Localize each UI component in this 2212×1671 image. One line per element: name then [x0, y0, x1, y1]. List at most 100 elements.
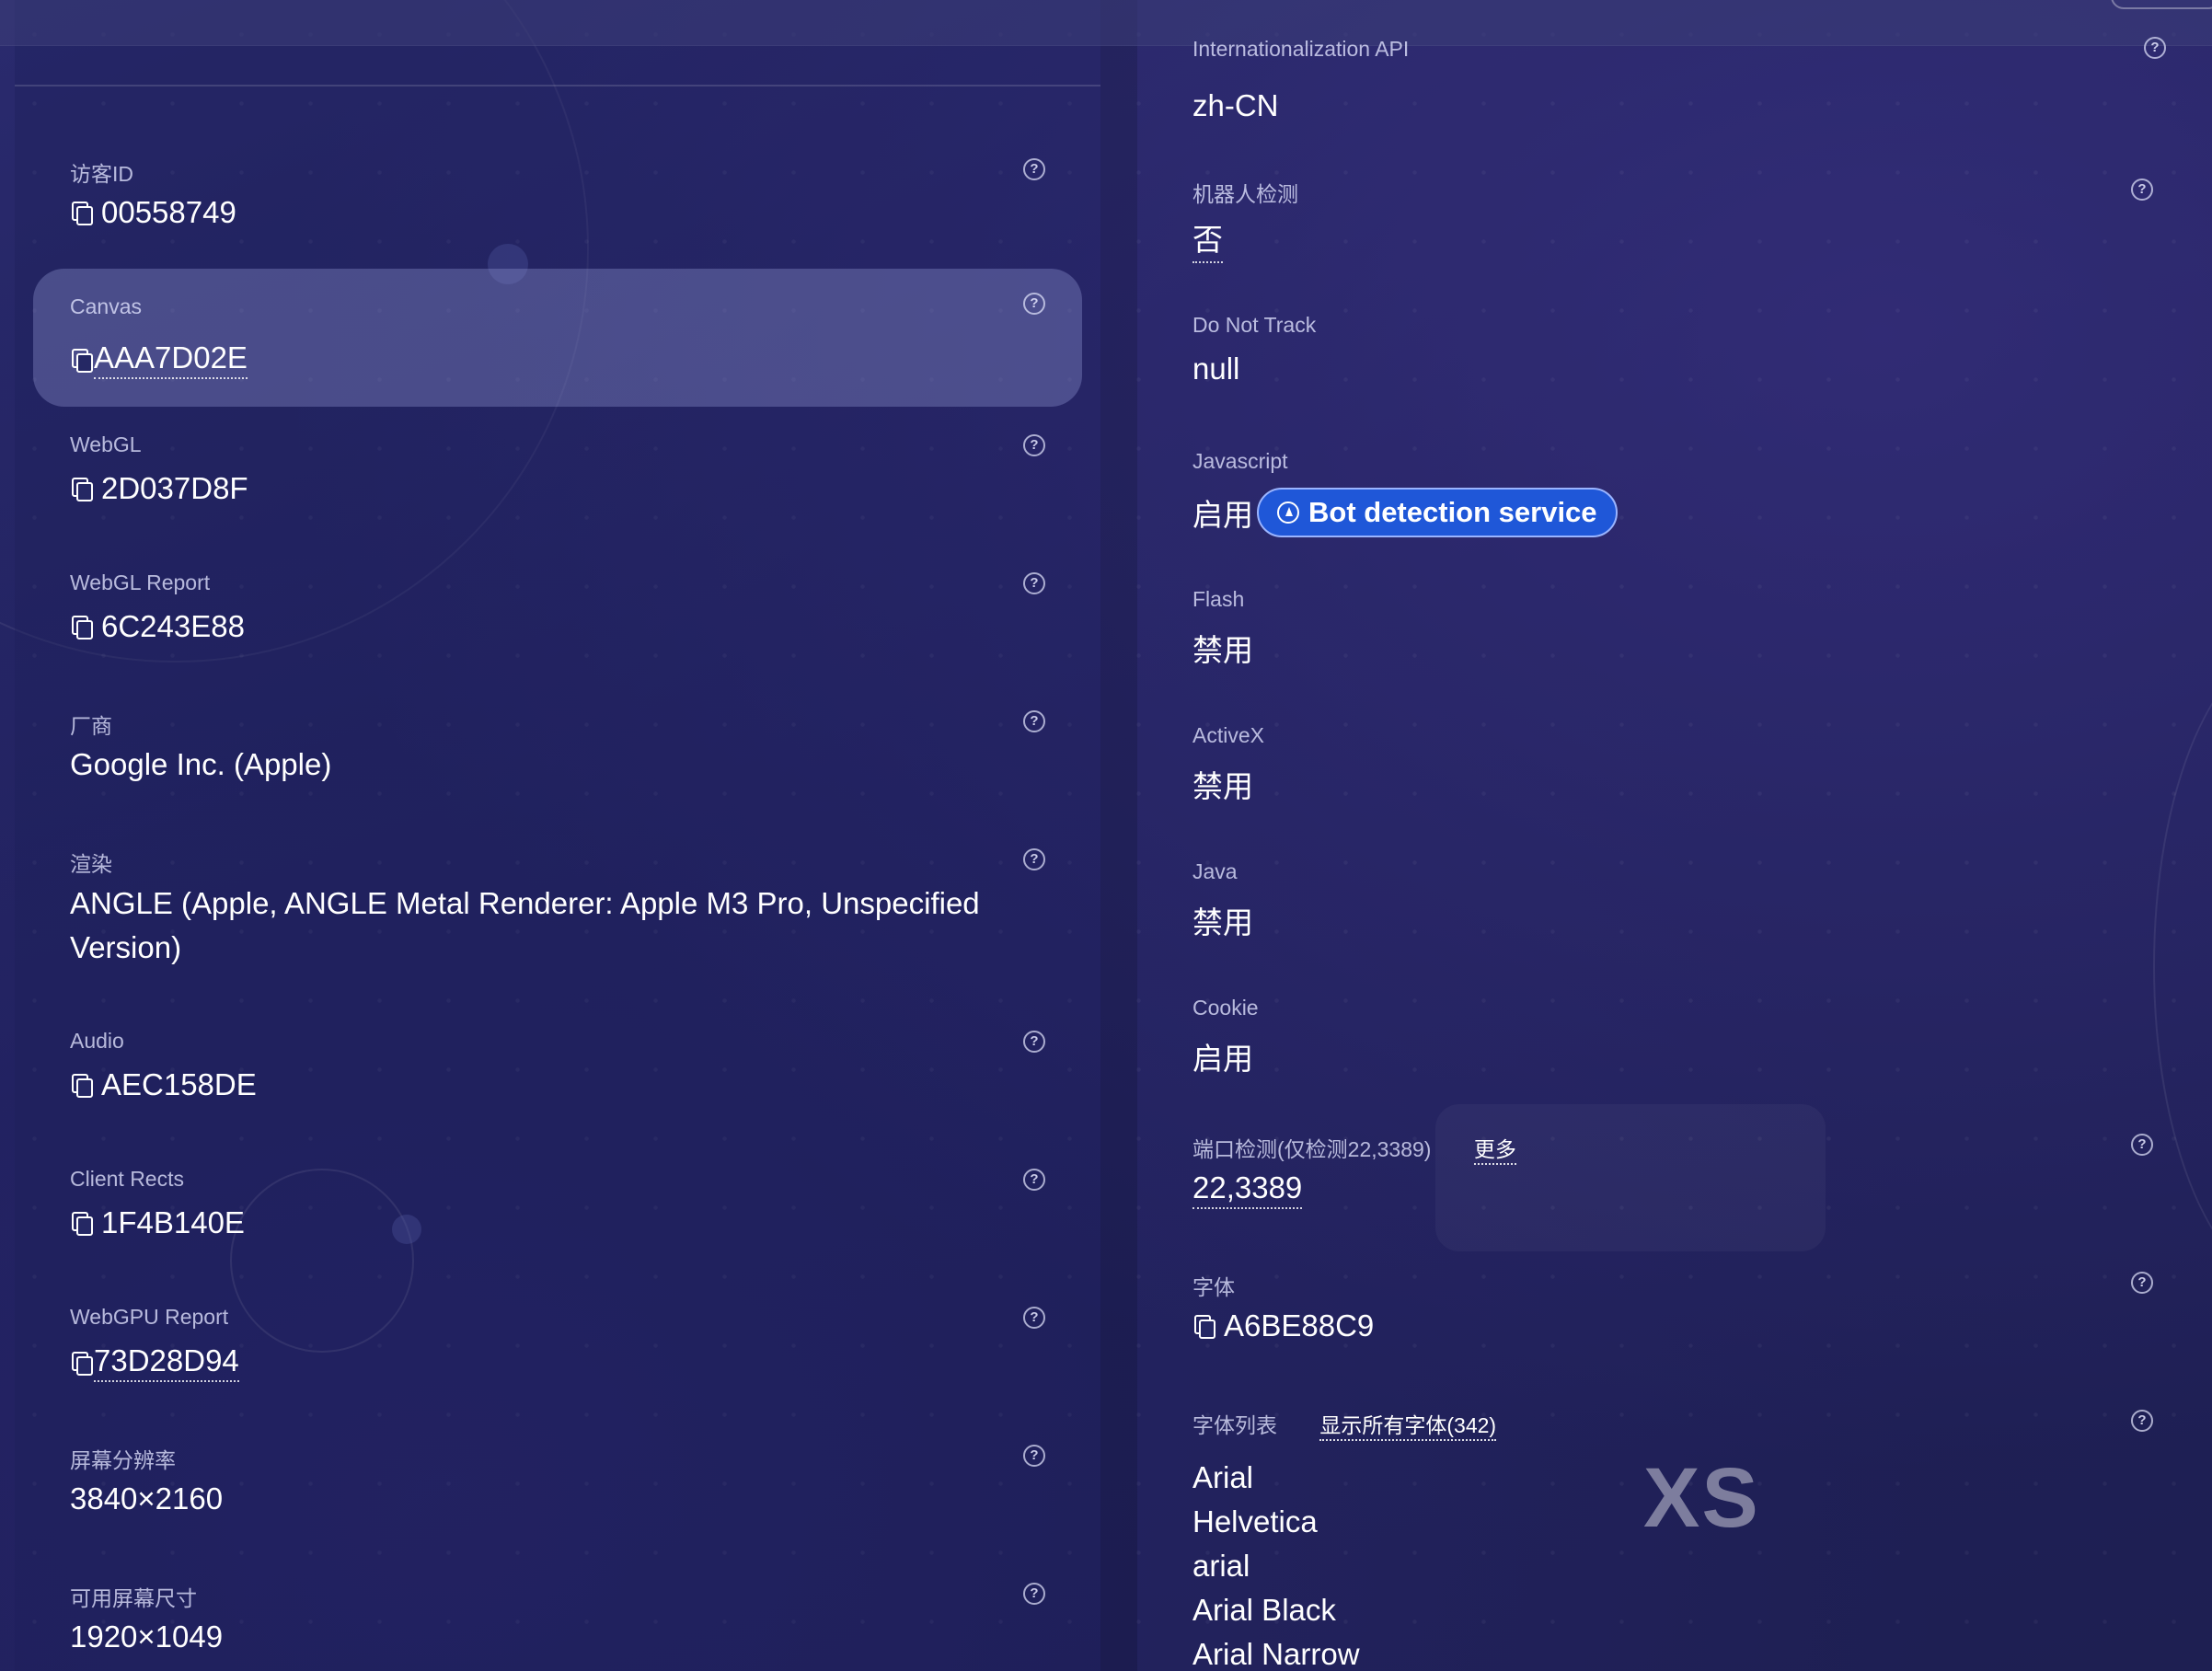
- help-icon[interactable]: ?: [1023, 434, 1045, 456]
- item-label: WebGL: [70, 432, 142, 456]
- help-icon[interactable]: ?: [1023, 572, 1045, 594]
- info-item-vendor: 厂商 Google Inc. (Apple) ?: [33, 690, 1082, 828]
- item-label: ActiveX: [1192, 723, 1264, 747]
- more-link[interactable]: 更多: [1473, 1137, 1516, 1165]
- bot-detection-service-button[interactable]: Bot detection service: [1257, 488, 1618, 537]
- item-value[interactable]: 2D037D8F: [70, 471, 248, 506]
- item-value: 22,3389: [1192, 1170, 1303, 1209]
- client-rects-value: 1F4B140E: [101, 1205, 245, 1239]
- item-value[interactable]: AEC158DE: [70, 1067, 257, 1102]
- help-icon[interactable]: ?: [1023, 1169, 1045, 1191]
- font-list-item: Arial Narrow: [1192, 1637, 1360, 1671]
- arrow-up-circle-icon: [1277, 501, 1299, 524]
- item-value[interactable]: 73D28D94: [70, 1343, 239, 1382]
- item-value[interactable]: 6C243E88: [70, 609, 245, 644]
- copy-icon[interactable]: [70, 1211, 93, 1236]
- top-corner-button[interactable]: [2111, 0, 2212, 9]
- font-list-item: Arial Black: [1192, 1593, 1336, 1627]
- fingerprint-page: 访客ID 00558749 ? Canvas AAA7D02E ? WebGL …: [0, 0, 2212, 1671]
- item-label: 屏幕分辨率: [70, 1448, 176, 1472]
- item-value[interactable]: 1F4B140E: [70, 1205, 245, 1240]
- copy-icon[interactable]: [70, 348, 93, 373]
- help-icon[interactable]: ?: [2144, 37, 2166, 59]
- help-icon[interactable]: ?: [1023, 710, 1045, 732]
- item-label: 字体列表 显示所有字体(342): [1192, 1408, 1497, 1441]
- item-label: Flash: [1192, 587, 1245, 611]
- help-icon[interactable]: ?: [1023, 293, 1045, 315]
- item-value[interactable]: A6BE88C9: [1192, 1308, 1374, 1343]
- javascript-value: 启用: [1192, 498, 1253, 532]
- info-item-fonts: 字体 A6BE88C9 ?: [1156, 1251, 2190, 1389]
- help-icon[interactable]: ?: [2131, 179, 2153, 201]
- item-label: Client Rects: [70, 1167, 184, 1191]
- info-item-available-screen: 可用屏幕尺寸 1920×1049 ?: [33, 1562, 1082, 1671]
- header-divider: [15, 85, 1100, 86]
- info-item-bot-detection: 机器人检测 否 ?: [1156, 158, 2190, 296]
- font-list-item: Arial: [1192, 1460, 1254, 1494]
- info-item-font-list: 字体列表 显示所有字体(342) ?: [1156, 1389, 2190, 1454]
- info-item-client-rects: Client Rects 1F4B140E ?: [33, 1148, 1082, 1286]
- info-item-port-scan: 端口检测(仅检测22,3389) 更多 22,3389 ?: [1156, 1113, 2190, 1251]
- intl-api-label: Internationalization API: [1192, 37, 1410, 61]
- item-label: 机器人检测: [1192, 182, 1298, 206]
- webgpu-report-link[interactable]: 73D28D94: [94, 1343, 239, 1382]
- info-item-visitor-id: 访客ID 00558749 ?: [33, 138, 1082, 276]
- panel-divider: [1100, 0, 1137, 1671]
- available-screen-value: 1920×1049: [70, 1619, 224, 1654]
- font-list-item: arial: [1192, 1549, 1250, 1583]
- item-label: Javascript: [1192, 449, 1288, 473]
- java-value: 禁用: [1192, 905, 1253, 939]
- copy-icon[interactable]: [70, 615, 93, 640]
- item-label: WebGPU Report: [70, 1305, 229, 1329]
- info-item-javascript: Javascript 启用 Bot detection service: [1156, 431, 2190, 569]
- item-value[interactable]: AAA7D02E: [70, 340, 248, 379]
- item-value[interactable]: 00558749: [70, 195, 236, 230]
- help-icon[interactable]: ?: [1023, 1307, 1045, 1329]
- help-icon[interactable]: ?: [2131, 1134, 2153, 1156]
- item-label: WebGL Report: [70, 570, 211, 594]
- info-item-flash: Flash 禁用: [1156, 569, 2190, 707]
- canvas-hash-link[interactable]: AAA7D02E: [94, 340, 248, 379]
- item-label: 渲染: [70, 852, 112, 876]
- info-item-webgpu-report: WebGPU Report 73D28D94 ?: [33, 1286, 1082, 1424]
- vendor-value: Google Inc. (Apple): [70, 747, 332, 781]
- item-value: 启用 Bot detection service: [1192, 488, 1618, 537]
- item-label: 可用屏幕尺寸: [70, 1586, 197, 1610]
- show-all-fonts-link[interactable]: 显示所有字体(342): [1319, 1413, 1497, 1441]
- copy-icon[interactable]: [70, 477, 93, 501]
- copy-icon[interactable]: [70, 201, 93, 225]
- renderer-value: ANGLE (Apple, ANGLE Metal Renderer: Appl…: [70, 886, 980, 964]
- info-item-java: Java 禁用: [1156, 841, 2190, 979]
- item-label: 访客ID: [70, 162, 133, 186]
- watermark: XS: [1643, 1451, 1760, 1545]
- copy-icon[interactable]: [70, 1073, 93, 1098]
- help-icon[interactable]: ?: [1023, 1583, 1045, 1605]
- intl-api-value: zh-CN: [1192, 88, 1279, 122]
- info-item-renderer: 渲染 ANGLE (Apple, ANGLE Metal Renderer: A…: [33, 828, 1082, 1012]
- info-item-webgl: WebGL 2D037D8F ?: [33, 414, 1082, 552]
- font-list-label: 字体列表: [1192, 1413, 1277, 1437]
- activex-value: 禁用: [1192, 769, 1253, 803]
- info-item-audio: Audio AEC158DE ?: [33, 1010, 1082, 1148]
- port-scan-value[interactable]: 22,3389: [1192, 1170, 1303, 1209]
- help-icon[interactable]: ?: [1023, 1445, 1045, 1467]
- item-label: Audio: [70, 1029, 124, 1053]
- info-item-webgl-report: WebGL Report 6C243E88 ?: [33, 552, 1082, 690]
- font-list: Arial Helvetica arial Arial Black Arial …: [1192, 1456, 1360, 1671]
- item-value: 否: [1192, 215, 1223, 263]
- help-icon[interactable]: ?: [1023, 848, 1045, 870]
- badge-label: Bot detection service: [1308, 496, 1597, 528]
- bot-detection-value[interactable]: 否: [1192, 215, 1223, 263]
- copy-icon[interactable]: [70, 1351, 93, 1376]
- item-label: 厂商: [70, 714, 112, 738]
- item-label: Java: [1192, 859, 1238, 883]
- help-icon[interactable]: ?: [1023, 1031, 1045, 1053]
- help-icon[interactable]: ?: [1023, 158, 1045, 180]
- info-item-screen-resolution: 屏幕分辨率 3840×2160 ?: [33, 1424, 1082, 1562]
- cookie-value: 启用: [1192, 1042, 1253, 1076]
- help-icon[interactable]: ?: [2131, 1410, 2153, 1432]
- copy-icon[interactable]: [1192, 1314, 1215, 1339]
- port-scan-label: 端口检测(仅检测22,3389): [1192, 1137, 1432, 1161]
- top-bar: [0, 0, 2212, 46]
- help-icon[interactable]: ?: [2131, 1272, 2153, 1294]
